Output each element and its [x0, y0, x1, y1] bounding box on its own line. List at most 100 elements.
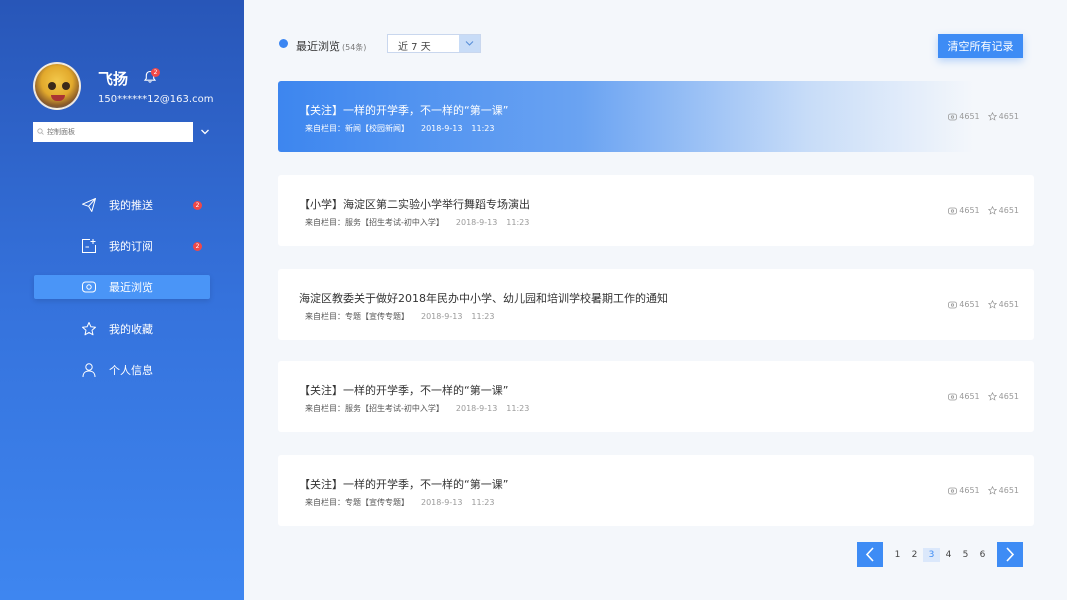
page-number-5[interactable]: 5	[957, 548, 974, 562]
record-count: (54条)	[342, 43, 367, 52]
record-stats: 4651 4651	[940, 300, 1019, 309]
record-source: 来自栏目：专题【宣传专题】	[305, 312, 409, 321]
star-icon	[987, 486, 997, 495]
record-meta: 来自栏目：专题【宣传专题】 2018-9-13 11:23	[305, 311, 494, 322]
page-number-4[interactable]: 4	[940, 548, 957, 562]
sidebar-nav: 我的推送 2 我的订阅 2 最近浏览 我的收藏 个人信息	[34, 193, 210, 399]
record-card[interactable]: 【关注】一样的开学季，不一样的“第一课” 来自栏目：新闻【校园新闻】 2018-9…	[278, 81, 1034, 152]
time-range-dropdown-button[interactable]	[459, 35, 480, 52]
sidebar-item-favorites[interactable]: 我的收藏	[34, 317, 210, 341]
star-stat[interactable]: 4651	[987, 300, 1019, 309]
star-stat[interactable]: 4651	[987, 392, 1019, 401]
search-icon	[37, 128, 44, 135]
view-count-icon	[948, 113, 958, 120]
paper-plane-icon	[82, 198, 96, 212]
star-count: 4651	[998, 206, 1019, 215]
star-count: 4651	[998, 300, 1019, 309]
record-time: 11:23	[471, 498, 495, 507]
subscribe-icon	[82, 239, 96, 254]
star-icon	[82, 321, 96, 335]
chevron-down-icon	[465, 41, 474, 46]
sidebar-item-profile[interactable]: 个人信息	[34, 358, 210, 382]
sidebar-item-label: 我的订阅	[109, 240, 153, 254]
record-time: 11:23	[506, 218, 530, 227]
star-icon	[987, 206, 997, 215]
record-date: 2018-9-13	[455, 218, 498, 227]
time-range-value: 近 7 天	[398, 42, 431, 53]
control-panel-input[interactable]	[33, 122, 193, 142]
record-card[interactable]: 【小学】海淀区第二实验小学举行舞蹈专场演出 来自栏目：服务【招生考试-初中入学】…	[278, 175, 1034, 246]
eye-icon	[82, 281, 96, 293]
record-stats: 4651 4651	[940, 206, 1019, 215]
push-count-badge: 2	[193, 200, 202, 210]
page-number-2[interactable]: 2	[906, 548, 923, 562]
record-title[interactable]: 海淀区教委关于做好2018年民办中小学、幼儿园和培训学校暑期工作的通知	[299, 290, 668, 306]
record-meta: 来自栏目：专题【宣传专题】 2018-9-13 11:23	[305, 497, 494, 508]
record-title[interactable]: 【关注】一样的开学季，不一样的“第一课”	[299, 382, 508, 398]
next-page-button[interactable]	[997, 542, 1023, 567]
star-count: 4651	[998, 392, 1019, 401]
notification-badge: 2	[151, 68, 160, 77]
record-title[interactable]: 【小学】海淀区第二实验小学举行舞蹈专场演出	[299, 196, 530, 212]
chevron-right-icon	[1006, 547, 1015, 562]
avatar[interactable]	[33, 62, 81, 110]
record-source: 来自栏目：服务【招生考试-初中入学】	[305, 218, 444, 227]
sidebar-item-label: 最近浏览	[109, 281, 153, 295]
view-count-icon	[948, 487, 958, 494]
sidebar-item-recent[interactable]: 最近浏览	[34, 275, 210, 300]
view-stat: 4651	[948, 206, 980, 215]
view-stat: 4651	[948, 300, 980, 309]
time-range-select[interactable]: 近 7 天	[387, 34, 481, 53]
record-date: 2018-9-13	[421, 312, 463, 321]
record-meta: 来自栏目：服务【招生考试-初中入学】 2018-9-13 11:23	[305, 403, 529, 414]
record-title[interactable]: 【关注】一样的开学季，不一样的“第一课”	[299, 476, 508, 492]
record-date: 2018-9-13	[421, 124, 463, 133]
sidebar-item-label: 我的收藏	[109, 322, 153, 336]
star-count: 4651	[998, 112, 1019, 121]
user-icon	[82, 363, 96, 377]
star-icon	[987, 300, 997, 309]
star-count: 4651	[998, 486, 1019, 495]
view-count-icon	[948, 301, 958, 308]
page-number-1[interactable]: 1	[889, 548, 906, 562]
view-stat: 4651	[948, 486, 980, 495]
clear-all-records-button[interactable]: 清空所有记录	[938, 34, 1023, 58]
view-count-icon	[948, 393, 958, 400]
record-stats: 4651 4651	[940, 486, 1019, 495]
page-title: 最近浏览 (54条)	[296, 38, 366, 54]
record-time: 11:23	[471, 312, 495, 321]
user-email: 150******12@163.com	[98, 94, 214, 105]
username: 飞扬	[98, 70, 129, 88]
record-source: 来自栏目：新闻【校园新闻】	[305, 124, 409, 133]
star-icon	[987, 392, 997, 401]
record-title[interactable]: 【关注】一样的开学季，不一样的“第一课”	[299, 102, 508, 118]
chevron-left-icon	[865, 547, 874, 562]
subscription-count-badge: 2	[193, 241, 202, 251]
star-icon	[987, 112, 997, 121]
record-card[interactable]: 【关注】一样的开学季，不一样的“第一课” 来自栏目：专题【宣传专题】 2018-9…	[278, 455, 1034, 526]
record-stats: 4651 4651	[940, 392, 1019, 401]
view-count: 4651	[959, 112, 980, 121]
star-stat[interactable]: 4651	[987, 112, 1019, 121]
chevron-down-icon[interactable]	[200, 128, 210, 136]
page-number-6[interactable]: 6	[974, 548, 991, 562]
sidebar-item-label: 个人信息	[109, 363, 153, 377]
sidebar-item-label: 我的推送	[109, 199, 153, 212]
view-count: 4651	[959, 392, 980, 401]
view-count: 4651	[959, 486, 980, 495]
record-time: 11:23	[506, 404, 530, 413]
page-number-3-current[interactable]: 3	[923, 548, 940, 562]
previous-page-button[interactable]	[857, 542, 883, 567]
star-stat[interactable]: 4651	[987, 206, 1019, 215]
record-source: 来自栏目：服务【招生考试-初中入学】	[305, 404, 444, 413]
record-card[interactable]: 【关注】一样的开学季，不一样的“第一课” 来自栏目：服务【招生考试-初中入学】 2…	[278, 361, 1034, 432]
record-card[interactable]: 海淀区教委关于做好2018年民办中小学、幼儿园和培训学校暑期工作的通知 来自栏目…	[278, 269, 1034, 340]
view-count-icon	[948, 207, 958, 214]
star-stat[interactable]: 4651	[987, 486, 1019, 495]
sidebar-item-subscriptions[interactable]: 我的订阅 2	[34, 234, 210, 258]
record-time: 11:23	[471, 124, 495, 133]
record-meta: 来自栏目：服务【招生考试-初中入学】 2018-9-13 11:23	[305, 217, 529, 228]
record-date: 2018-9-13	[455, 404, 498, 413]
sidebar-item-push[interactable]: 我的推送 2	[34, 193, 210, 217]
record-date: 2018-9-13	[421, 498, 463, 507]
